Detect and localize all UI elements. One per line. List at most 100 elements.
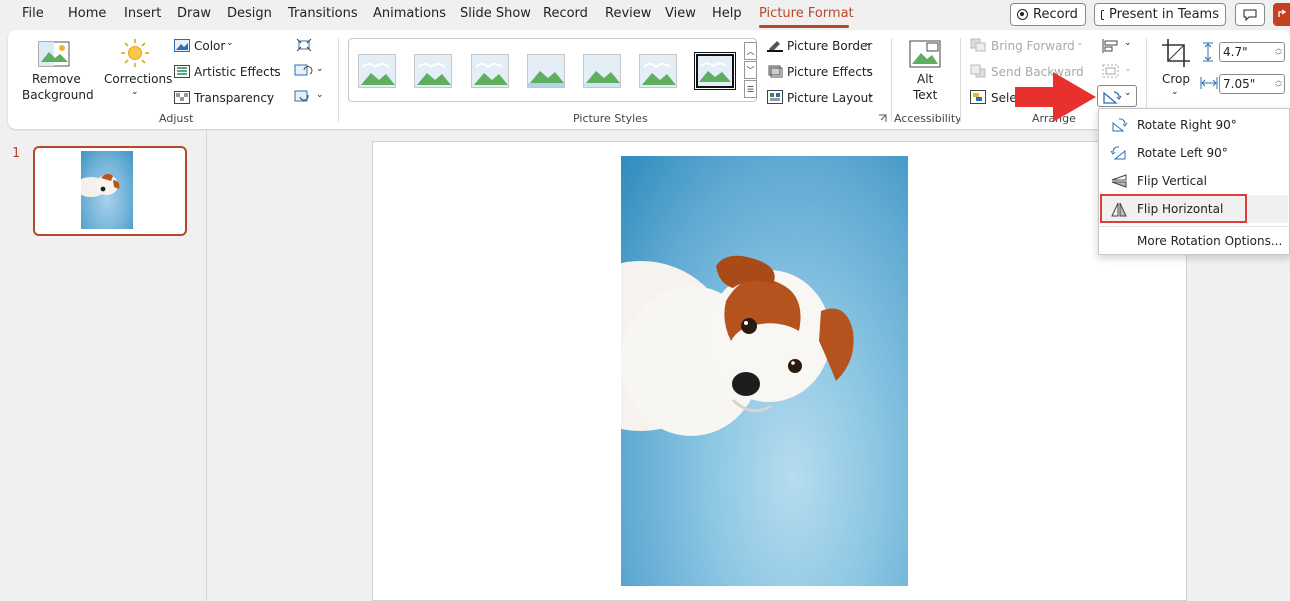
rotate-left-icon xyxy=(1110,146,1126,160)
tab-review[interactable]: Review xyxy=(605,6,651,21)
remove-background-icon xyxy=(38,41,70,67)
accessibility-group-label: Accessibility xyxy=(894,112,962,125)
record-button[interactable]: Record xyxy=(1010,3,1086,26)
rotate-button[interactable]: ⌄ xyxy=(1097,85,1137,107)
present-in-teams-button[interactable]: Present in Teams xyxy=(1094,3,1226,26)
style-thumbnail[interactable] xyxy=(639,54,677,88)
group-chevron-down-icon: ⌄ xyxy=(1124,64,1132,74)
picture-border-button[interactable]: Picture Border xyxy=(787,39,872,53)
reset-picture-icon[interactable] xyxy=(294,90,314,104)
red-arrow-annotation xyxy=(1015,72,1096,122)
height-spinner-icon[interactable]: ︿ ﹀ xyxy=(1275,44,1282,60)
picture-layout-icon xyxy=(767,90,783,104)
style-thumbnail[interactable] xyxy=(358,54,396,88)
tab-draw[interactable]: Draw xyxy=(177,6,211,21)
menu-item-flip-vertical[interactable]: Flip Vertical xyxy=(1100,167,1288,195)
corrections-chevron-down-icon[interactable]: ⌄ xyxy=(131,87,139,97)
artistic-effects-chevron-down-icon: ⌄ xyxy=(271,64,279,74)
comments-button[interactable] xyxy=(1235,3,1265,26)
dialog-launcher-icon[interactable] xyxy=(878,114,887,123)
style-thumbnail[interactable] xyxy=(527,54,565,88)
record-icon xyxy=(1017,9,1028,20)
rotate-right-label: Rotate Right 90° xyxy=(1137,118,1237,132)
color-button[interactable]: Color xyxy=(194,39,225,53)
flip-vertical-label: Flip Vertical xyxy=(1137,174,1207,188)
picture-effects-chevron-down-icon: ⌄ xyxy=(865,64,873,74)
dog-thumbnail-image xyxy=(81,173,120,197)
shape-height-value: 4.7" xyxy=(1223,45,1248,59)
picture-layout-chevron-down-icon: ⌄ xyxy=(867,90,875,100)
style-thumbnail-selected[interactable] xyxy=(694,52,736,90)
tab-design[interactable]: Design xyxy=(227,6,272,21)
corrections-button[interactable]: Corrections xyxy=(104,72,172,86)
style-thumbnail[interactable] xyxy=(471,54,509,88)
rotate-right-icon xyxy=(1112,118,1128,132)
picture-effects-icon xyxy=(768,65,783,78)
tab-help[interactable]: Help xyxy=(712,6,742,21)
adjust-group-label: Adjust xyxy=(159,112,194,125)
tab-view[interactable]: View xyxy=(665,6,696,21)
gallery-scroll-up-button[interactable]: ︿ xyxy=(744,42,757,60)
rotate-left-label: Rotate Left 90° xyxy=(1137,146,1228,160)
ribbon-separator xyxy=(891,38,892,122)
selection-pane-icon xyxy=(970,90,986,104)
transparency-icon xyxy=(174,91,190,104)
gallery-more-button[interactable]: ☰ xyxy=(744,80,757,98)
slide-thumbnail-picture xyxy=(81,151,133,229)
tab-transitions[interactable]: Transitions xyxy=(288,6,358,21)
tab-record[interactable]: Record xyxy=(543,6,588,21)
group-icon[interactable] xyxy=(1101,63,1121,79)
tab-slide-show[interactable]: Slide Show xyxy=(460,6,531,21)
tab-animations[interactable]: Animations xyxy=(373,6,446,21)
corrections-sun-icon xyxy=(121,39,149,67)
reset-picture-chevron-down-icon: ⌄ xyxy=(316,90,324,100)
transparency-button[interactable]: Transparency xyxy=(194,91,274,105)
alt-text-icon xyxy=(909,40,941,68)
style-thumbnail[interactable] xyxy=(414,54,452,88)
record-button-label: Record xyxy=(1033,7,1078,22)
tab-home[interactable]: Home xyxy=(68,6,106,21)
change-picture-chevron-down-icon: ⌄ xyxy=(316,64,324,74)
alt-text-button-line2[interactable]: Text xyxy=(913,88,937,102)
picture-effects-button[interactable]: Picture Effects xyxy=(787,65,873,79)
ribbon-separator xyxy=(338,38,339,122)
compress-pictures-icon[interactable] xyxy=(296,38,312,52)
flip-horizontal-highlight-box xyxy=(1100,194,1247,223)
tab-file[interactable]: File xyxy=(22,6,44,21)
crop-icon xyxy=(1162,39,1190,67)
share-icon xyxy=(1278,9,1287,17)
shape-width-input[interactable]: 7.05" ︿ ﹀ xyxy=(1219,74,1285,94)
tab-picture-format[interactable]: Picture Format xyxy=(759,6,854,21)
style-thumbnail[interactable] xyxy=(583,54,621,88)
more-rotation-options-label: More Rotation Options... xyxy=(1137,234,1283,248)
bring-forward-button[interactable]: Bring Forward xyxy=(991,39,1075,53)
width-spinner-icon[interactable]: ︿ ﹀ xyxy=(1275,76,1282,92)
menu-item-rotate-left-90[interactable]: Rotate Left 90° xyxy=(1100,139,1288,167)
shape-height-input[interactable]: 4.7" ︿ ﹀ xyxy=(1219,42,1285,62)
send-backward-icon xyxy=(970,64,986,78)
picture-styles-group-label: Picture Styles xyxy=(573,112,648,125)
tab-insert[interactable]: Insert xyxy=(124,6,161,21)
align-icon[interactable] xyxy=(1101,38,1121,54)
dog-picture[interactable] xyxy=(621,156,908,586)
crop-button[interactable]: Crop xyxy=(1162,72,1190,86)
alt-text-button[interactable]: Alt xyxy=(917,72,933,86)
picture-border-icon xyxy=(767,41,783,52)
teams-icon xyxy=(1101,9,1104,20)
rotate-chevron-down-icon: ⌄ xyxy=(1124,88,1132,98)
menu-item-rotate-right-90[interactable]: Rotate Right 90° xyxy=(1100,111,1288,139)
remove-background-button[interactable]: Remove xyxy=(32,72,81,86)
bring-forward-icon xyxy=(970,38,986,52)
ribbon-separator xyxy=(960,38,961,122)
transparency-chevron-down-icon: ⌄ xyxy=(265,90,273,100)
color-chevron-down-icon: ⌄ xyxy=(226,38,234,48)
picture-layout-button[interactable]: Picture Layout xyxy=(787,91,873,105)
share-button[interactable] xyxy=(1273,3,1290,26)
shape-width-icon xyxy=(1200,77,1218,89)
change-picture-icon[interactable] xyxy=(294,64,314,78)
remove-background-button-line2[interactable]: Background xyxy=(22,88,94,102)
gallery-scroll-down-button[interactable]: ﹀ xyxy=(744,61,757,79)
artistic-effects-button[interactable]: Artistic Effects xyxy=(194,65,281,79)
crop-chevron-down-icon[interactable]: ⌄ xyxy=(1171,87,1179,97)
menu-item-more-rotation-options[interactable]: More Rotation Options... xyxy=(1100,227,1288,255)
